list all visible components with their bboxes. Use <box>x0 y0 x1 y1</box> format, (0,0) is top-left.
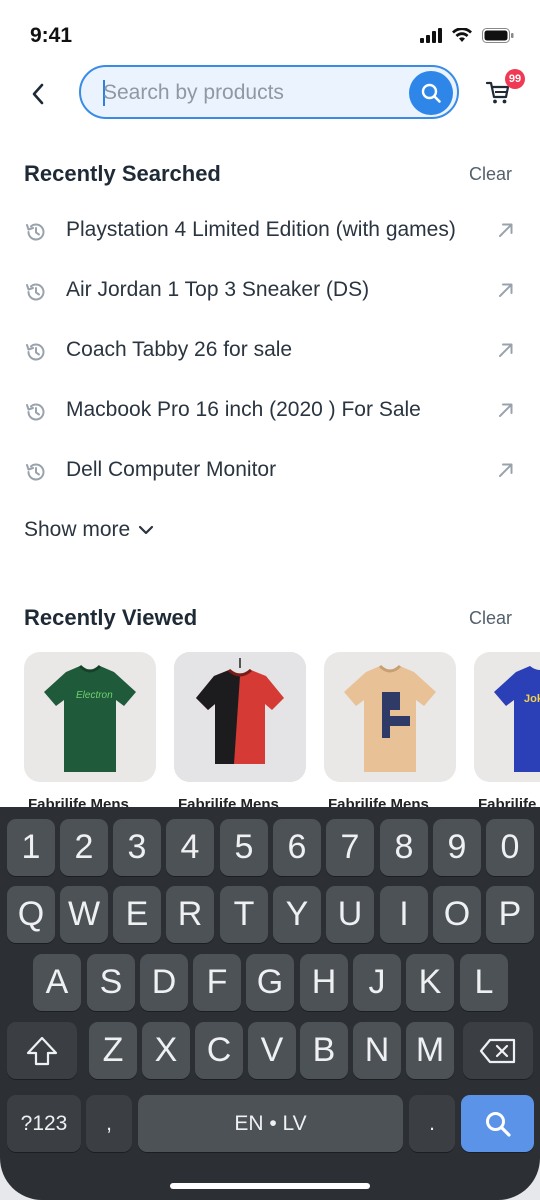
key-1[interactable]: 1 <box>7 819 55 876</box>
arrow-up-right-icon <box>499 223 513 237</box>
tshirt-image <box>344 664 436 772</box>
clear-recently-viewed-button[interactable]: Clear <box>469 608 512 629</box>
keyboard: 1 2 3 4 5 6 7 8 9 0 Q W E R T Y U I O P … <box>0 807 540 1200</box>
recent-search-text: Air Jordan 1 Top 3 Sneaker (DS) <box>66 278 370 301</box>
key-5[interactable]: 5 <box>220 819 268 876</box>
key-9[interactable]: 9 <box>433 819 481 876</box>
clear-recent-searches-button[interactable]: Clear <box>469 164 512 185</box>
key-n[interactable]: N <box>353 1022 401 1079</box>
key-o[interactable]: O <box>433 886 481 943</box>
arrow-up-right-icon <box>499 283 513 297</box>
recent-search-item[interactable]: Coach Tabby 26 for sale <box>0 332 540 372</box>
key-p[interactable]: P <box>486 886 534 943</box>
key-f[interactable]: F <box>193 954 241 1011</box>
recent-search-item[interactable]: Dell Computer Monitor <box>0 452 540 492</box>
key-e[interactable]: E <box>113 886 161 943</box>
key-4[interactable]: 4 <box>166 819 214 876</box>
arrow-up-right-icon <box>499 463 513 477</box>
back-button[interactable] <box>22 78 54 110</box>
key-j[interactable]: J <box>353 954 401 1011</box>
recently-viewed-title: Recently Viewed <box>24 605 198 630</box>
status-time: 9:41 <box>30 24 73 47</box>
key-z[interactable]: Z <box>89 1022 137 1079</box>
battery-icon <box>482 28 514 43</box>
key-s[interactable]: S <box>87 954 135 1011</box>
key-r[interactable]: R <box>166 886 214 943</box>
key-3[interactable]: 3 <box>113 819 161 876</box>
show-more-button[interactable]: Show more <box>24 518 154 542</box>
key-b[interactable]: B <box>300 1022 348 1079</box>
screen: 9:41 Search by products 99 Recently Sear… <box>0 0 540 1200</box>
key-d[interactable]: D <box>140 954 188 1011</box>
recent-search-text: Coach Tabby 26 for sale <box>66 338 293 361</box>
status-bar: 9:41 <box>0 0 540 70</box>
tshirt-image: Joke <box>494 666 540 772</box>
shirt-print-text: Joke <box>524 693 540 705</box>
wifi-icon <box>452 28 472 42</box>
chevron-left-icon <box>32 83 44 105</box>
recent-search-item[interactable]: Playstation 4 Limited Edition (with game… <box>0 212 540 252</box>
key-0[interactable]: 0 <box>486 819 534 876</box>
search-icon <box>421 83 441 103</box>
recently-searched-title: Recently Searched <box>24 161 221 186</box>
key-a[interactable]: A <box>33 954 81 1011</box>
key-v[interactable]: V <box>248 1022 296 1079</box>
product-card[interactable] <box>324 652 456 782</box>
key-8[interactable]: 8 <box>380 819 428 876</box>
comma-key[interactable]: , <box>86 1095 132 1152</box>
key-u[interactable]: U <box>326 886 374 943</box>
recent-search-item[interactable]: Macbook Pro 16 inch (2020 ) For Sale <box>0 392 540 432</box>
shift-key[interactable] <box>7 1022 77 1079</box>
status-icons <box>420 28 514 43</box>
tshirt-image <box>174 652 306 782</box>
show-more-label: Show more <box>24 518 131 541</box>
key-c[interactable]: C <box>195 1022 243 1079</box>
product-card[interactable] <box>174 652 306 782</box>
product-card[interactable]: Electron <box>24 652 156 782</box>
history-icon <box>26 223 45 241</box>
home-indicator <box>170 1183 370 1189</box>
key-y[interactable]: Y <box>273 886 321 943</box>
key-k[interactable]: K <box>406 954 454 1011</box>
key-7[interactable]: 7 <box>326 819 374 876</box>
recent-search-item[interactable]: Air Jordan 1 Top 3 Sneaker (DS) <box>0 272 540 312</box>
key-2[interactable]: 2 <box>60 819 108 876</box>
history-icon <box>26 283 45 301</box>
period-key[interactable]: . <box>409 1095 455 1152</box>
symbols-key[interactable]: ?123 <box>7 1095 81 1152</box>
search-key[interactable] <box>461 1095 534 1152</box>
backspace-icon <box>479 1038 516 1063</box>
key-h[interactable]: H <box>300 954 348 1011</box>
key-m[interactable]: M <box>406 1022 454 1079</box>
arrow-up-right-icon <box>499 403 513 417</box>
key-6[interactable]: 6 <box>273 819 321 876</box>
tshirt-image: Electron <box>44 664 136 772</box>
key-t[interactable]: T <box>220 886 268 943</box>
signal-icon <box>420 28 442 43</box>
key-x[interactable]: X <box>142 1022 190 1079</box>
recent-search-text: Playstation 4 Limited Edition (with game… <box>66 218 456 241</box>
recent-search-text: Dell Computer Monitor <box>66 458 277 481</box>
history-icon <box>26 343 45 361</box>
key-l[interactable]: L <box>460 954 508 1011</box>
search-bar <box>79 65 459 119</box>
history-icon <box>26 403 45 421</box>
shift-icon <box>26 1036 58 1065</box>
search-input[interactable] <box>101 78 395 108</box>
search-button[interactable] <box>409 71 453 115</box>
search-icon <box>485 1111 511 1137</box>
arrow-up-right-icon <box>499 343 513 357</box>
product-card[interactable]: Joke <box>474 652 540 782</box>
shirt-print-text: Electron <box>76 690 113 701</box>
recent-search-text: Macbook Pro 16 inch (2020 ) For Sale <box>66 398 421 421</box>
history-icon <box>26 463 45 481</box>
backspace-key[interactable] <box>463 1022 533 1079</box>
key-q[interactable]: Q <box>7 886 55 943</box>
space-key[interactable]: EN • LV <box>138 1095 403 1152</box>
key-w[interactable]: W <box>60 886 108 943</box>
cart-badge: 99 <box>505 69 525 89</box>
key-i[interactable]: I <box>380 886 428 943</box>
chevron-down-icon <box>139 525 154 535</box>
key-g[interactable]: G <box>246 954 294 1011</box>
